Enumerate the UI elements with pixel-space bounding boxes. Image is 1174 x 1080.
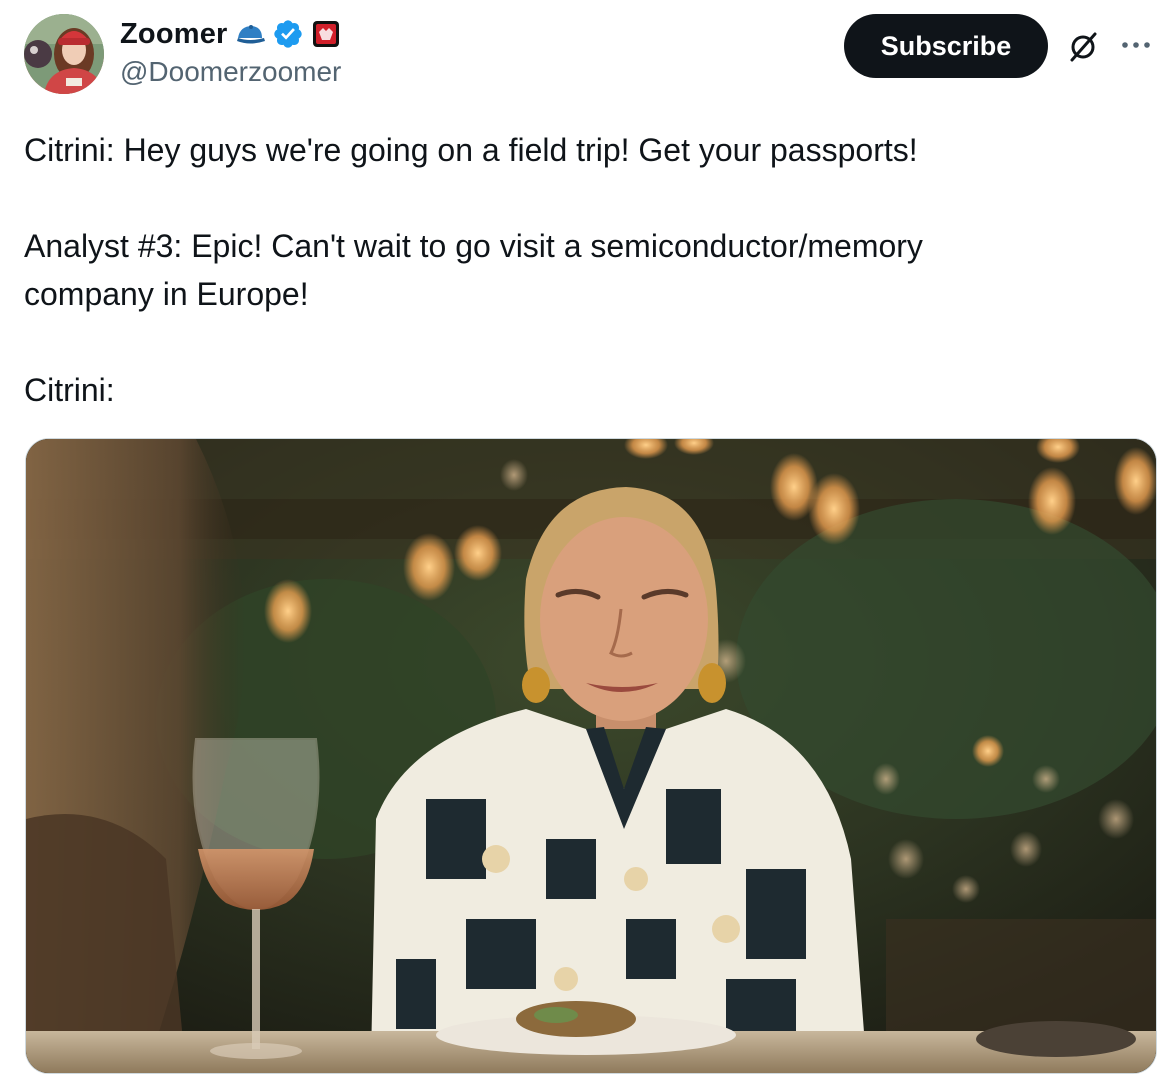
- avatar[interactable]: [24, 14, 104, 94]
- tweet-line-2: Analyst #3: Epic! Can't wait to go visit…: [24, 228, 923, 312]
- tweet-text: Citrini: Hey guys we're going on a field…: [24, 126, 1144, 414]
- affiliate-emblem-icon[interactable]: [310, 18, 342, 50]
- author-handle[interactable]: @Doomerzoomer: [120, 56, 341, 88]
- grok-slash-circle-icon[interactable]: [1064, 28, 1102, 66]
- display-name[interactable]: Zoomer: [120, 18, 228, 51]
- subscribe-button[interactable]: Subscribe: [844, 14, 1048, 78]
- avatar-image: [24, 14, 104, 94]
- author-name-row: Zoomer: [120, 16, 342, 52]
- restaurant-scene-image: [26, 439, 1156, 1073]
- tweet-post: Zoomer @Doomerzoomer Subscribe Citrini: …: [0, 0, 1174, 1080]
- tweet-media-image[interactable]: [25, 438, 1157, 1074]
- ellipsis-icon[interactable]: [1118, 30, 1154, 60]
- tweet-line-3: Citrini:: [24, 372, 115, 408]
- tweet-line-1: Citrini: Hey guys we're going on a field…: [24, 132, 918, 168]
- verified-badge-icon[interactable]: [272, 18, 304, 50]
- blue-cap-emoji-icon: [234, 18, 266, 50]
